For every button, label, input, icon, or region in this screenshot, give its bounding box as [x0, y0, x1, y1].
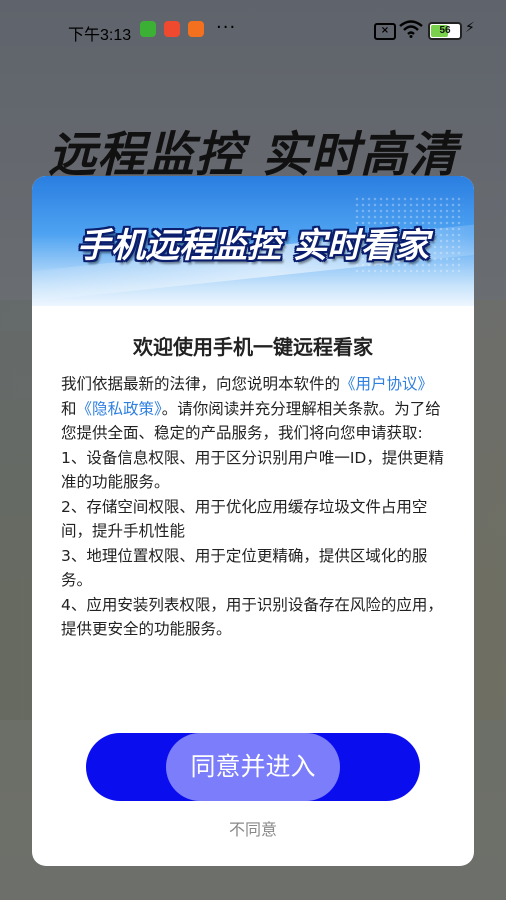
intro-and: 和 [61, 399, 77, 418]
permission-item-app-list: 4、应用安装列表权限，用于识别设备存在风险的应用，提供更安全的功能服务。 [61, 595, 443, 639]
permission-item-device: 1、设备信息权限、用于区分识别用户唯一ID，提供更精准的功能服务。 [61, 448, 444, 492]
privacy-policy-link[interactable]: 《隐私政策》 [77, 400, 162, 418]
battery-percent: 56 [439, 25, 451, 36]
intro-prefix: 我们依据最新的法律，向您说明本软件的 [61, 375, 341, 393]
privacy-dialog: 手机远程监控 实时看家 欢迎使用手机一键远程看家 我们依据最新的法律，向您说明本… [32, 176, 474, 866]
status-time: 下午3:13 [68, 27, 132, 44]
permission-item-location: 3、地理位置权限、用于定位更精确，提供区域化的服务。 [61, 546, 428, 590]
wechat-icon [140, 21, 156, 37]
permission-item-storage: 2、存储空间权限、用于优化应用缓存垃圾文件占用空间，提升手机性能 [61, 497, 428, 541]
wifi-icon [399, 20, 423, 38]
banner-title: 手机远程监控 实时看家 [77, 226, 429, 266]
status-bar: 下午3:13 ··· × 56 ⚡ [0, 0, 506, 60]
no-sim-icon: × [374, 23, 396, 40]
background-headline: 远程监控 实时高清 [48, 127, 458, 183]
app-icon-red [164, 21, 180, 37]
agree-button-label: 同意并进入 [190, 752, 316, 781]
battery-icon: 56 [428, 22, 462, 40]
dialog-body: 我们依据最新的法律，向您说明本软件的《用户协议》和《隐私政策》。请你阅读并充分理… [61, 372, 448, 642]
charging-icon: ⚡ [465, 20, 475, 36]
more-notifications-icon: ··· [216, 17, 237, 38]
agree-button[interactable]: 同意并进入 [86, 733, 420, 801]
intro-paragraph: 我们依据最新的法律，向您说明本软件的《用户协议》和《隐私政策》。请你阅读并充分理… [61, 372, 448, 446]
user-agreement-link[interactable]: 《用户协议》 [340, 375, 433, 393]
dialog-banner: 手机远程监控 实时看家 [32, 176, 474, 306]
dialog-title: 欢迎使用手机一键远程看家 [133, 335, 373, 359]
disagree-button[interactable]: 不同意 [32, 816, 474, 840]
taobao-icon [188, 21, 204, 37]
